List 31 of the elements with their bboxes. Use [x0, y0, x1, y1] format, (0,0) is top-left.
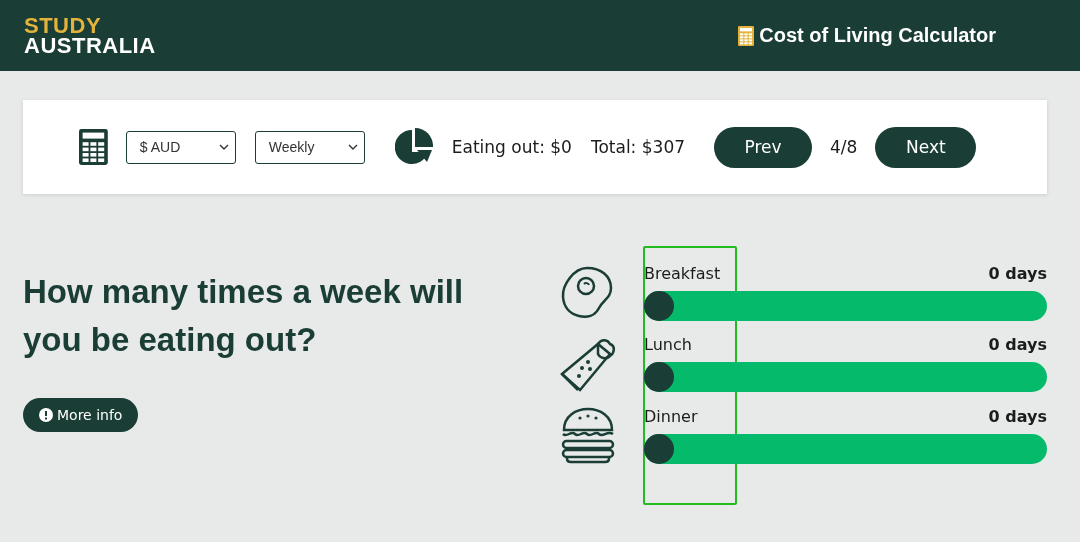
alert-icon	[39, 407, 53, 422]
days-reading: 0 days	[988, 335, 1047, 354]
slider-track[interactable]	[644, 291, 1047, 321]
meal-label: Lunch	[644, 335, 692, 354]
days-reading: 0 days	[988, 406, 1047, 426]
chevron-icon	[218, 144, 229, 150]
burger-icon	[560, 406, 616, 464]
meal-label: Dinner	[644, 406, 698, 426]
step-counter: 4/8	[830, 137, 858, 157]
slider-track[interactable]	[644, 433, 1047, 464]
calculator-icon	[79, 129, 108, 165]
question-heading: How many times a week will you be eating out?	[23, 272, 465, 360]
fried-egg-icon	[560, 264, 614, 321]
slider-thumb[interactable]	[644, 433, 674, 464]
next-button[interactable]: Next	[875, 126, 977, 168]
period-select[interactable]: Weekly	[254, 130, 365, 164]
days-reading: 0 days	[988, 264, 1047, 283]
currency-select[interactable]: $ AUD	[125, 130, 236, 164]
slider-thumb[interactable]	[644, 362, 674, 392]
meal-label: Breakfast	[644, 264, 721, 283]
chevron-icon	[347, 144, 358, 150]
calculator-icon	[738, 25, 755, 46]
logo[interactable]: STUDY AUSTRALIA	[24, 15, 156, 56]
prev-button[interactable]: Prev	[714, 126, 813, 168]
category-total: Eating out: $0	[451, 137, 572, 157]
more-info-button[interactable]: More info	[23, 397, 139, 432]
pie-chart-icon	[394, 128, 433, 166]
grand-total: Total: $307	[590, 137, 686, 157]
slider-track[interactable]	[644, 362, 1047, 392]
slider-thumb[interactable]	[644, 291, 674, 321]
app-title: Cost of Living Calculator	[759, 24, 996, 47]
